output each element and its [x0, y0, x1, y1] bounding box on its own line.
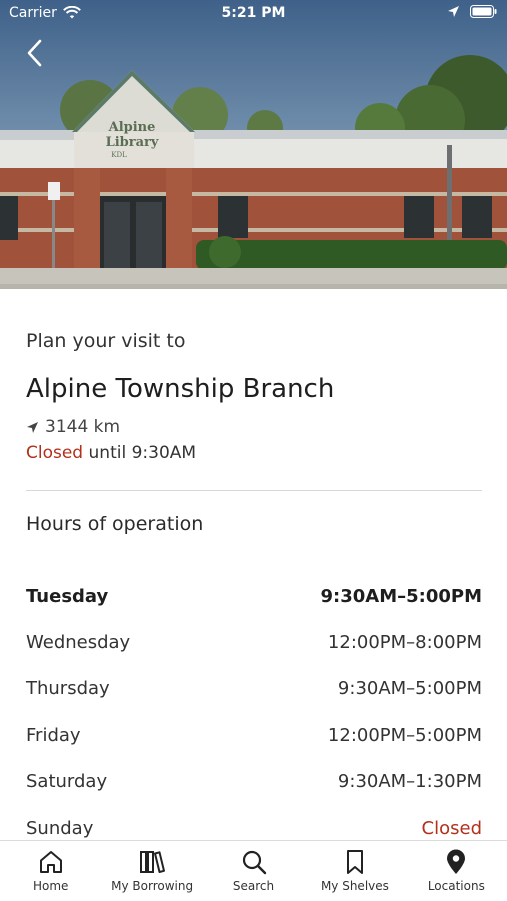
navigation-arrow-icon: [27, 421, 38, 433]
day-label: Sunday: [26, 817, 94, 839]
divider: [26, 490, 482, 491]
sign-line-1: Alpine: [108, 120, 156, 135]
tab-label: Home: [32, 879, 69, 893]
books-icon: [140, 851, 166, 873]
hours-heading: Hours of operation: [26, 513, 204, 535]
distance-value: 3144 km: [45, 417, 121, 437]
battery-icon: [470, 5, 497, 18]
back-button[interactable]: [18, 36, 50, 70]
hours-row-saturday: Saturday 9:30AM–1:30PM: [26, 759, 482, 805]
tab-my-borrowing[interactable]: My Borrowing: [101, 841, 202, 901]
tab-bar: Home My Borrowing Search My Shelves Loca…: [0, 840, 507, 901]
day-label: Saturday: [26, 771, 108, 793]
open-status: Closed until 9:30AM: [26, 443, 482, 463]
tab-search[interactable]: Search: [203, 841, 304, 901]
location-pin-icon: [447, 849, 466, 874]
library-photo: Alpine Library KDL: [0, 0, 507, 289]
tab-label: Locations: [427, 879, 485, 893]
hours-row-wednesday: Wednesday 12:00PM–8:00PM: [26, 619, 482, 665]
status-until: until 9:30AM: [88, 443, 197, 463]
tab-label: Search: [232, 879, 275, 893]
day-label: Thursday: [26, 678, 110, 700]
chevron-left-icon: [27, 39, 42, 67]
hours-list: Tuesday 9:30AM–5:00PM Wednesday 12:00PM–…: [26, 573, 482, 851]
branch-info: Plan your visit to Alpine Township Branc…: [26, 289, 482, 463]
day-label: Friday: [26, 724, 81, 746]
hours-value-closed: Closed: [421, 817, 482, 839]
hours-row-tuesday: Tuesday 9:30AM–5:00PM: [26, 573, 482, 619]
hours-value: 12:00PM–8:00PM: [327, 632, 482, 654]
sign-line-3: KDL: [111, 151, 127, 159]
tab-label: My Borrowing: [111, 879, 194, 893]
location-arrow-icon: [448, 6, 459, 17]
tab-locations[interactable]: Locations: [406, 841, 507, 901]
closed-status-label: Closed: [26, 443, 84, 463]
clock: 5:21 PM: [221, 5, 286, 21]
bookmark-icon: [346, 850, 363, 874]
search-icon: [242, 850, 266, 875]
tab-my-shelves[interactable]: My Shelves: [304, 841, 405, 901]
sign-line-2: Library: [106, 135, 159, 150]
hours-value: 12:00PM–5:00PM: [327, 724, 482, 746]
hours-value: 9:30AM–1:30PM: [337, 771, 482, 793]
plan-visit-label: Plan your visit to: [26, 330, 186, 352]
tab-label: My Shelves: [320, 879, 389, 893]
hours-row-friday: Friday 12:00PM–5:00PM: [26, 712, 482, 758]
status-bar: Carrier 5:21 PM: [0, 0, 507, 28]
day-label: Wednesday: [26, 632, 131, 654]
hours-row-thursday: Thursday 9:30AM–5:00PM: [26, 666, 482, 712]
hours-value: 9:30AM–5:00PM: [337, 678, 482, 700]
branch-name: Alpine Township Branch: [26, 374, 335, 404]
distance-row: 3144 km: [26, 417, 482, 437]
day-label: Tuesday: [26, 585, 109, 607]
hours-value: 9:30AM–5:00PM: [320, 585, 483, 607]
tab-home[interactable]: Home: [0, 841, 101, 901]
home-icon: [39, 851, 62, 873]
